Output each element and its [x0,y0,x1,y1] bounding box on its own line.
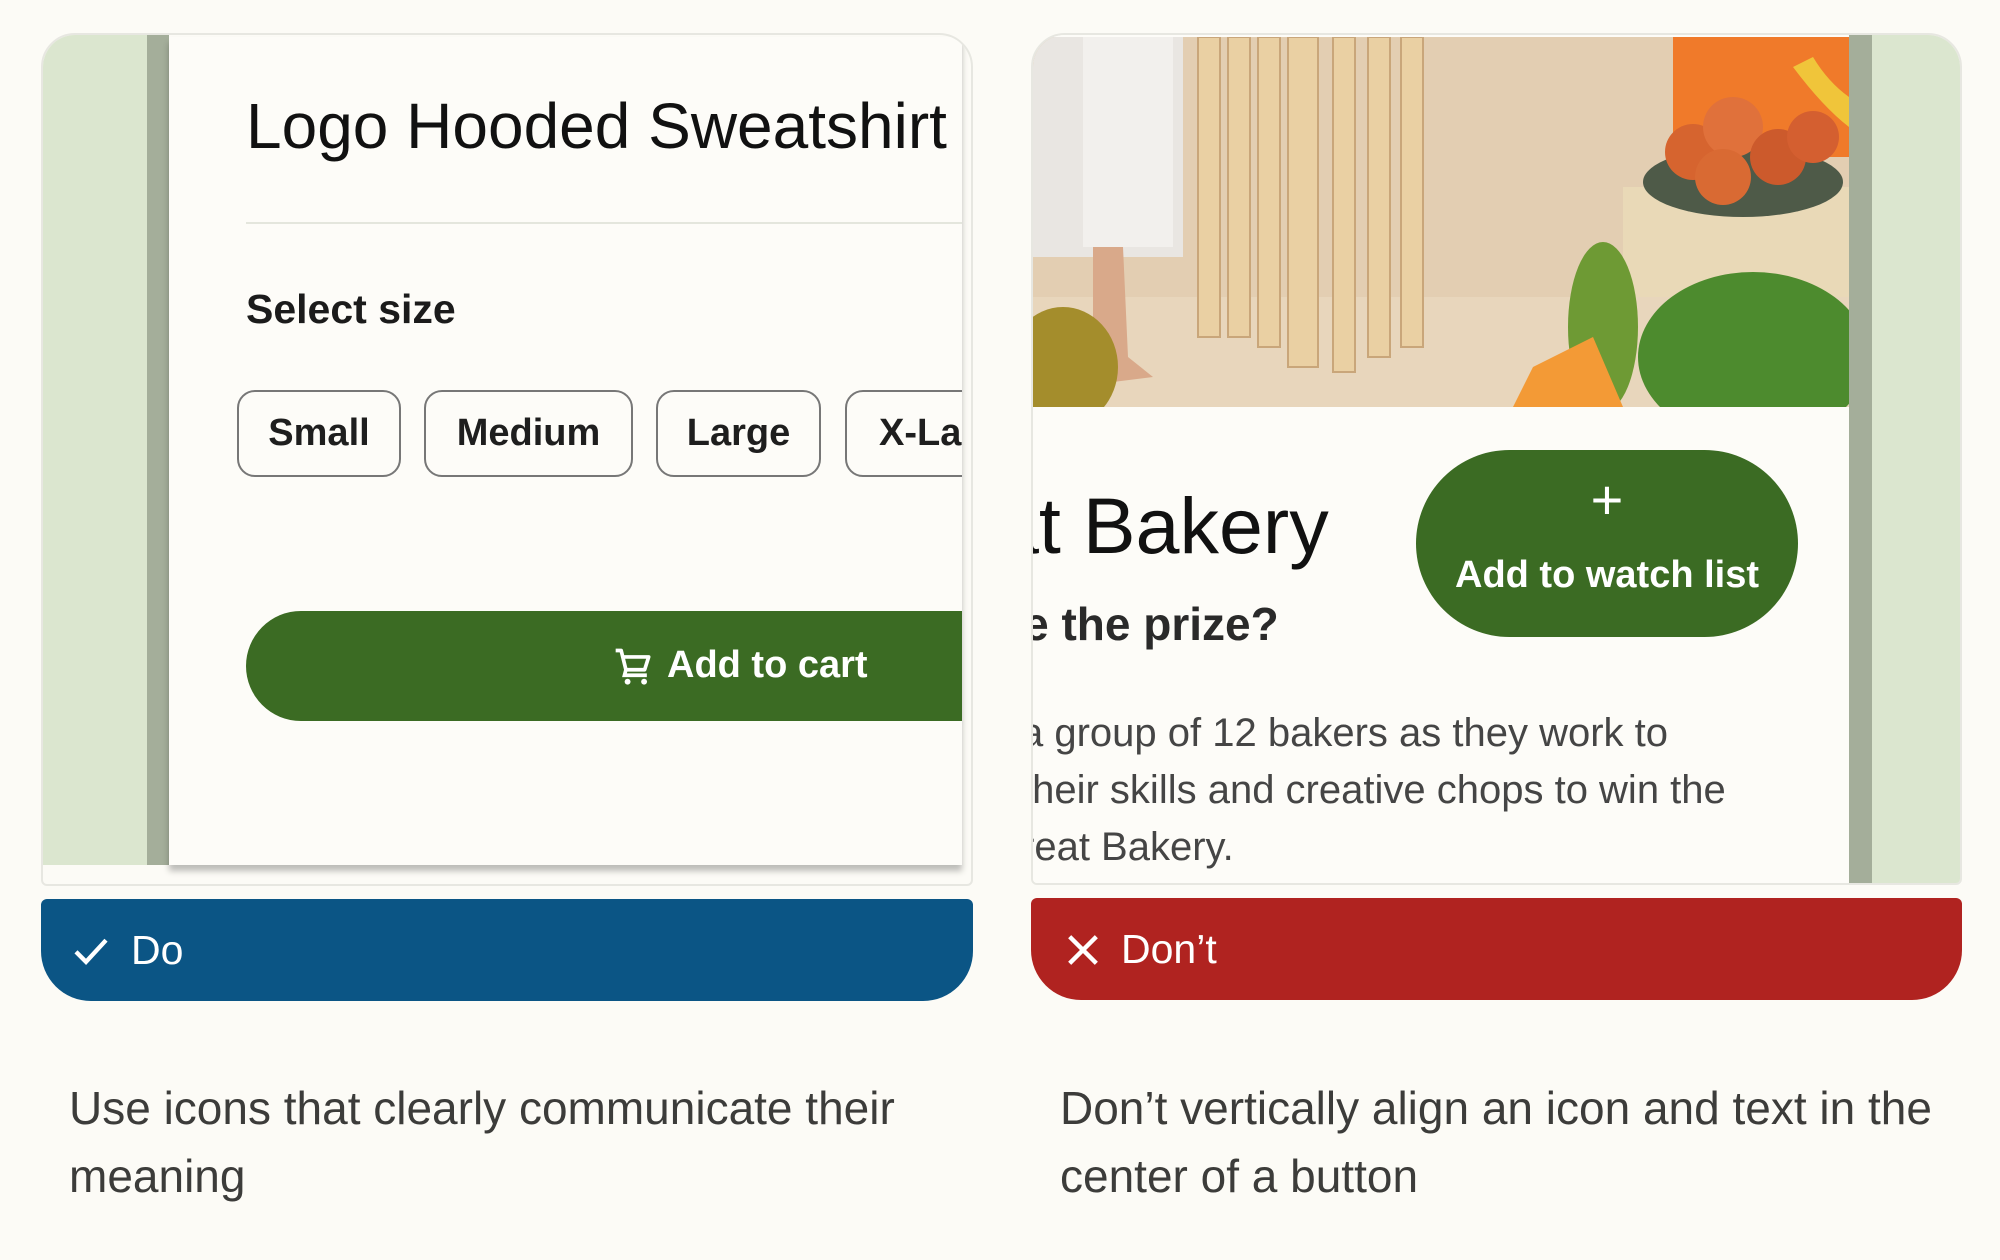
background-strip [1871,35,1960,883]
hero-image [1033,37,1849,407]
device-bezel [147,35,169,865]
select-size-label: Select size [246,286,456,332]
dont-example-card: at Bakery ne the prize? + Add to watch l… [1031,33,1962,885]
show-screen: at Bakery ne the prize? + Add to watch l… [1033,35,1849,883]
show-description: a group of 12 bakers as they work to the… [1033,705,1849,876]
show-title: at Bakery [1033,481,1329,570]
hero-image-illustration [1033,37,1849,407]
divider [246,222,962,224]
close-icon [1068,935,1098,965]
plus-icon: + [1590,468,1624,531]
description-line: reat Bakery. [1033,825,1234,869]
description-line: a group of 12 bakers as they work to [1033,711,1669,755]
add-to-cart-label: Add to cart [667,644,868,686]
product-screen: Logo Hooded Sweatshirt Select size Small… [169,37,962,865]
shopping-cart-icon [615,648,651,685]
device-bezel [1849,35,1872,883]
size-chip-x-large[interactable]: X-Large [845,390,962,477]
size-chip-medium[interactable]: Medium [424,390,633,477]
background-strip [43,35,148,865]
add-to-cart-button[interactable]: Add to cart [246,611,962,721]
dont-status-bar: Don’t [1031,898,1962,1000]
do-caption: Use icons that clearly communicate their… [69,1082,895,1202]
size-chip-small[interactable]: Small [237,390,401,477]
add-to-watch-list-button[interactable]: + Add to watch list [1416,450,1798,637]
dont-label: Don’t [1121,926,1217,972]
do-example-card: Logo Hooded Sweatshirt Select size Small… [41,33,973,886]
description-line: their skills and creative chops to win t… [1033,768,1726,812]
product-title: Logo Hooded Sweatshirt [246,90,947,162]
check-icon [74,938,108,965]
do-status-bar: Do [41,899,973,1001]
dont-caption: Don’t vertically align an icon and text … [1060,1082,1932,1202]
size-chip-large[interactable]: Large [656,390,821,477]
do-label: Do [131,927,184,973]
add-to-watch-list-label: Add to watch list [1455,554,1759,596]
show-subtitle: ne the prize? [1033,598,1279,650]
